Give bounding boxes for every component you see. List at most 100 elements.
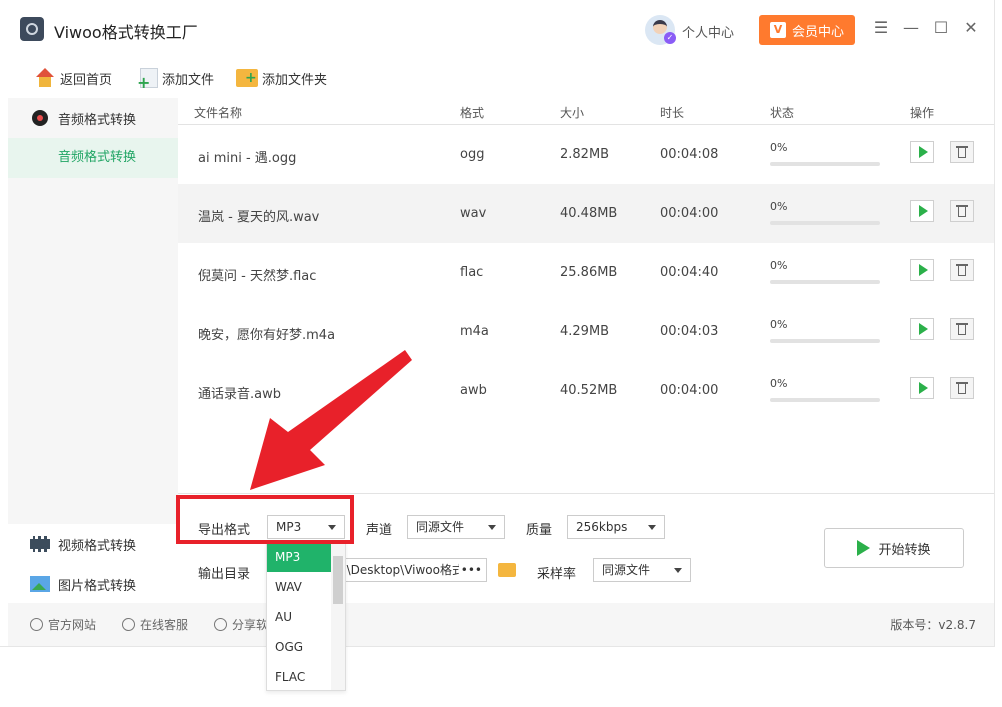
add-file-button[interactable]: 添加文件	[137, 64, 215, 92]
table-row[interactable]: 倪莫问 - 天然梦.flac flac 25.86MB 00:04:40 0%	[178, 243, 994, 302]
maximize-icon[interactable]: ☐	[931, 18, 951, 38]
progress-bar	[770, 221, 880, 225]
status-percent: 0%	[770, 318, 788, 331]
sidebar-section-audio[interactable]: 音频格式转换	[8, 98, 178, 138]
table-row[interactable]: 温岚 - 夏天的风.wav wav 40.48MB 00:04:00 0%	[178, 184, 994, 243]
film-icon	[30, 536, 50, 552]
progress-bar	[770, 280, 880, 284]
column-header-format: 格式	[460, 106, 485, 120]
file-format: m4a	[460, 324, 489, 339]
play-button[interactable]	[910, 259, 934, 281]
home-label: 返回首页	[60, 72, 113, 88]
add-folder-button[interactable]: 添加文件夹	[236, 64, 327, 92]
play-button[interactable]	[910, 141, 934, 163]
globe-icon	[30, 618, 43, 631]
dropdown-option-au[interactable]: AU	[267, 602, 331, 632]
chevron-down-icon	[488, 525, 496, 530]
file-size: 2.82MB	[560, 147, 610, 162]
sidebar-item-label: 视频格式转换	[58, 538, 137, 554]
folder-open-icon[interactable]	[498, 563, 516, 577]
channel-select[interactable]: 同源文件	[407, 515, 505, 539]
chevron-down-icon	[674, 568, 682, 573]
quality-value: 256kbps	[576, 520, 628, 534]
dropdown-option-mp3[interactable]: MP3	[267, 542, 331, 572]
delete-button[interactable]	[950, 377, 974, 399]
share-link[interactable]: 分享软	[214, 616, 268, 633]
sidebar-item-image-convert[interactable]: 图片格式转换	[8, 564, 178, 604]
add-file-label: 添加文件	[162, 72, 215, 88]
output-dir-field[interactable]: 1\Desktop\Viwoo格式 •••	[336, 558, 487, 582]
official-website-label: 官方网站	[48, 618, 97, 632]
sidebar-item-audio-convert[interactable]: 音频格式转换	[8, 138, 178, 178]
user-center-link[interactable]: 个人中心	[682, 22, 734, 41]
vip-center-label: 会员中心	[791, 24, 844, 40]
highlight-box	[176, 495, 354, 544]
vip-icon: V	[769, 22, 786, 38]
title-bar: Viwoo格式转换工厂 ✓ 个人中心 V 会员中心 ☰ — ☐ ✕	[0, 0, 994, 58]
status-percent: 0%	[770, 141, 788, 154]
add-folder-label: 添加文件夹	[262, 72, 328, 88]
play-button[interactable]	[910, 377, 934, 399]
table-row[interactable]: ai mini - 遇.ogg ogg 2.82MB 00:04:08 0%	[178, 125, 994, 184]
dropdown-option-ogg[interactable]: OGG	[267, 632, 331, 662]
play-button[interactable]	[910, 318, 934, 340]
export-format-dropdown: MP3 WAV AU OGG FLAC	[266, 541, 346, 691]
online-support-link[interactable]: 在线客服	[122, 616, 188, 633]
file-format: awb	[460, 383, 487, 398]
quality-label: 质量	[526, 523, 553, 538]
headset-icon	[122, 618, 135, 631]
sidebar-item-video-convert[interactable]: 视频格式转换	[8, 524, 178, 564]
file-duration: 00:04:00	[660, 206, 719, 221]
app-window: Viwoo格式转换工厂 ✓ 个人中心 V 会员中心 ☰ — ☐ ✕ 返回首页 添…	[0, 0, 995, 647]
start-convert-button[interactable]: 开始转换	[824, 528, 964, 568]
progress-bar	[770, 162, 880, 166]
menu-icon[interactable]: ☰	[871, 18, 891, 38]
sample-rate-select[interactable]: 同源文件	[593, 558, 691, 582]
column-header-size: 大小	[560, 106, 585, 120]
file-size: 40.48MB	[560, 206, 618, 221]
add-folder-icon	[236, 69, 258, 87]
app-title: Viwoo格式转换工厂	[54, 23, 198, 42]
play-button[interactable]	[910, 200, 934, 222]
play-icon	[857, 540, 871, 556]
file-size: 40.52MB	[560, 383, 618, 398]
official-website-link[interactable]: 官方网站	[30, 616, 96, 633]
close-icon[interactable]: ✕	[961, 18, 981, 38]
delete-button[interactable]	[950, 259, 974, 281]
column-header-status: 状态	[770, 106, 795, 120]
status-percent: 0%	[770, 259, 788, 272]
share-icon	[214, 618, 227, 631]
dropdown-scroll-thumb[interactable]	[333, 556, 343, 604]
vip-center-button[interactable]: V 会员中心	[759, 15, 855, 45]
toolbar: 返回首页 添加文件 添加文件夹	[0, 58, 994, 98]
delete-button[interactable]	[950, 141, 974, 163]
version-label: 版本号：v2.8.7	[890, 618, 976, 632]
file-duration: 00:04:00	[660, 383, 719, 398]
share-label: 分享软	[232, 618, 269, 632]
file-duration: 00:04:03	[660, 324, 719, 339]
sample-rate-label: 采样率	[537, 567, 577, 582]
dropdown-option-flac[interactable]: FLAC	[267, 662, 331, 692]
table-header: 文件名称 格式 大小 时长 状态 操作	[178, 98, 994, 125]
file-size: 25.86MB	[560, 265, 618, 280]
file-format: ogg	[460, 147, 485, 162]
delete-button[interactable]	[950, 200, 974, 222]
file-name: 倪莫问 - 天然梦.flac	[198, 269, 317, 284]
quality-select[interactable]: 256kbps	[567, 515, 665, 539]
sidebar-section-label: 音频格式转换	[58, 112, 137, 128]
home-icon	[34, 68, 56, 88]
more-icon: •••	[458, 559, 482, 581]
dropdown-option-wav[interactable]: WAV	[267, 572, 331, 602]
home-button[interactable]: 返回首页	[34, 64, 112, 92]
channel-label: 声道	[366, 523, 393, 538]
annotation-arrow-icon	[250, 350, 412, 490]
delete-button[interactable]	[950, 318, 974, 340]
progress-bar	[770, 339, 880, 343]
status-percent: 0%	[770, 377, 788, 390]
column-header-name: 文件名称	[194, 106, 243, 120]
image-icon	[30, 576, 50, 592]
file-format: wav	[460, 206, 487, 221]
minimize-icon[interactable]: —	[901, 18, 921, 38]
online-support-label: 在线客服	[140, 618, 189, 632]
verified-badge-icon: ✓	[664, 32, 676, 44]
